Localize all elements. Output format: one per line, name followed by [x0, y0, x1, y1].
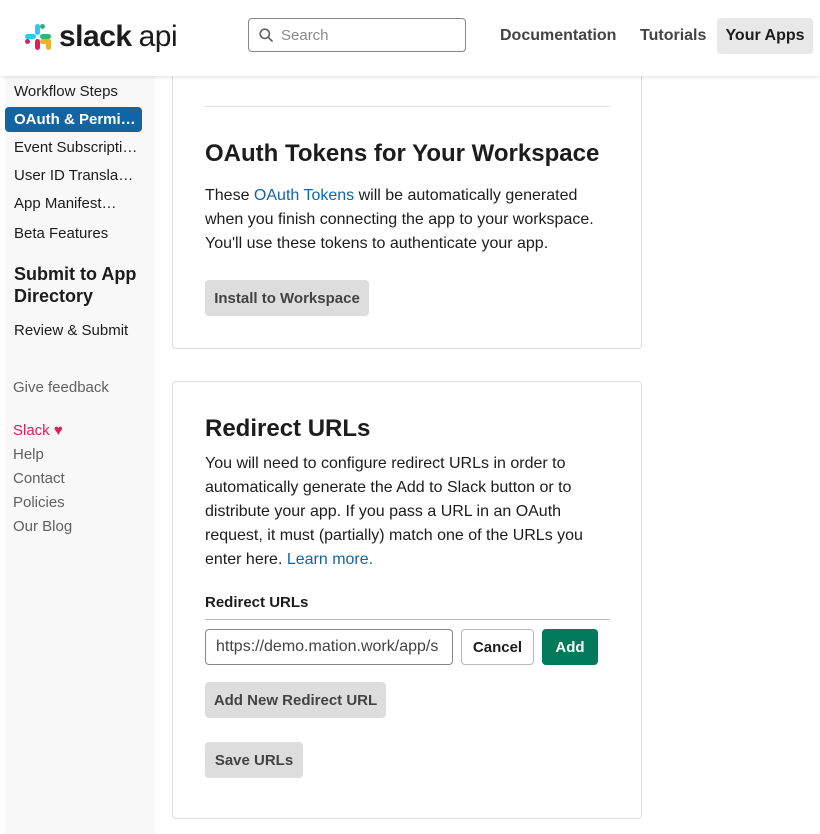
sidebar-item-beta-features[interactable]: Beta Features [14, 225, 108, 242]
section-divider [205, 106, 610, 107]
sidebar-item-oauth-permissions[interactable]: OAuth & Permi… [5, 107, 142, 132]
sidebar: Workflow Steps OAuth & Permi… Event Subs… [5, 76, 155, 834]
learn-more-link[interactable]: Learn more. [287, 551, 373, 568]
slack-logo-icon [25, 24, 51, 50]
logo-wordmark: slack api [59, 20, 178, 53]
search-box[interactable] [248, 18, 466, 52]
slack-api-logo[interactable]: slack api [24, 20, 178, 53]
add-new-redirect-url-button[interactable]: Add New Redirect URL [205, 682, 386, 718]
sidebar-item-event-subscriptions[interactable]: Event Subscripti… [14, 139, 137, 156]
install-to-workspace-button[interactable]: Install to Workspace [205, 280, 369, 316]
oauth-tokens-link[interactable]: OAuth Tokens [254, 187, 354, 204]
save-urls-button[interactable]: Save URLs [205, 742, 303, 778]
redirect-urls-card: Redirect URLs You will need to configure… [172, 381, 642, 819]
footer-slack-label: Slack [13, 422, 50, 439]
top-header: slackapi Documentation Tutorials Your Ap… [0, 0, 820, 76]
give-feedback-link[interactable]: Give feedback [13, 379, 109, 396]
nav-your-apps[interactable]: Your Apps [717, 18, 813, 54]
oauth-tokens-description: These OAuth Tokens will be automatically… [205, 184, 610, 256]
search-icon [259, 28, 273, 42]
footer-blog-link[interactable]: Our Blog [13, 518, 72, 535]
oauth-tokens-card: OAuth Tokens for Your Workspace These OA… [172, 60, 642, 349]
oauth-tokens-title: OAuth Tokens for Your Workspace [205, 140, 600, 167]
redirect-urls-description: You will need to configure redirect URLs… [205, 452, 610, 572]
nav-tutorials[interactable]: Tutorials [640, 18, 706, 54]
search-input[interactable] [279, 25, 453, 45]
add-button[interactable]: Add [542, 629, 598, 665]
sidebar-section-heading: Submit to App Directory [14, 264, 137, 306]
sidebar-item-review-submit[interactable]: Review & Submit [14, 322, 128, 339]
footer-policies-link[interactable]: Policies [13, 494, 65, 511]
logo-api-text: api [138, 20, 178, 53]
nav-documentation[interactable]: Documentation [500, 18, 616, 54]
redirect-urls-title: Redirect URLs [205, 415, 371, 442]
sidebar-item-workflow-steps[interactable]: Workflow Steps [14, 83, 118, 100]
oauth-tokens-text-before: These [205, 187, 254, 204]
sidebar-item-user-id-translation[interactable]: User ID Transla… [14, 167, 133, 184]
redirect-urls-field-label: Redirect URLs [205, 594, 309, 611]
cancel-button[interactable]: Cancel [461, 629, 534, 665]
footer-slack-link[interactable]: Slack ♥ [13, 422, 63, 439]
footer-contact-link[interactable]: Contact [13, 470, 65, 487]
field-divider [205, 619, 610, 620]
footer-help-link[interactable]: Help [13, 446, 44, 463]
heart-icon: ♥ [53, 422, 63, 439]
redirect-url-input[interactable]: https://demo.mation.work/app/s [205, 629, 453, 665]
logo-slack-text: slack [59, 20, 132, 53]
sidebar-item-app-manifest[interactable]: App Manifest… [14, 195, 117, 212]
redirect-urls-text: You will need to configure redirect URLs… [205, 455, 583, 568]
